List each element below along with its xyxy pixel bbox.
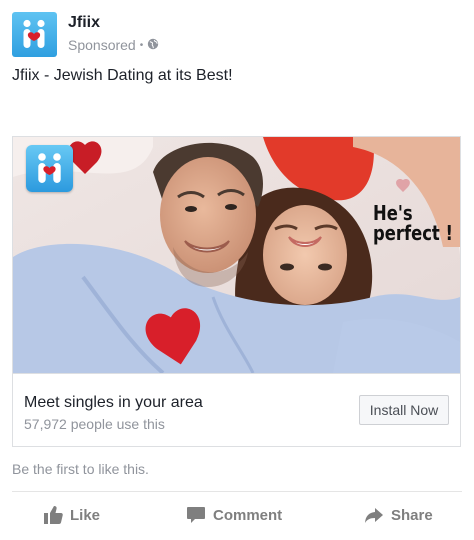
comment-label: Comment xyxy=(213,506,283,524)
post-header: Jfiix Sponsored • xyxy=(12,12,462,57)
cta-title[interactable]: Meet singles in your area xyxy=(24,394,203,412)
ad-overlay-text: He's perfect ! xyxy=(373,201,453,245)
sponsored-label[interactable]: Sponsored xyxy=(68,37,136,53)
post-caption: Jfiix - Jewish Dating at its Best! xyxy=(12,67,233,84)
separator-dot: • xyxy=(139,39,144,51)
share-button[interactable]: Share xyxy=(364,505,433,525)
ad-image[interactable]: He's perfect ! xyxy=(13,137,460,373)
like-label: Like xyxy=(70,506,101,524)
actions-divider xyxy=(12,491,462,492)
ad-cta-bar[interactable]: Meet singles in your area 57,972 people … xyxy=(13,373,460,446)
page-name[interactable]: Jfiix xyxy=(68,14,100,32)
like-button[interactable]: Like xyxy=(43,505,100,525)
post-meta: Sponsored • xyxy=(68,37,159,53)
ad-card[interactable]: He's perfect ! Meet singles in your area… xyxy=(12,136,461,447)
cta-subtitle: 57,972 people use this xyxy=(24,416,165,432)
install-now-button[interactable]: Install Now xyxy=(359,395,449,425)
thumbs-up-icon xyxy=(43,505,63,525)
page-avatar[interactable] xyxy=(12,12,57,57)
share-arrow-icon xyxy=(364,505,384,525)
globe-icon xyxy=(147,37,159,53)
post-actions: Like Comment Share xyxy=(0,505,474,529)
likes-summary[interactable]: Be the first to like this. xyxy=(12,461,149,477)
comment-icon xyxy=(186,505,206,525)
comment-button[interactable]: Comment xyxy=(186,505,282,525)
ad-app-logo xyxy=(26,145,73,192)
share-label: Share xyxy=(391,506,433,524)
